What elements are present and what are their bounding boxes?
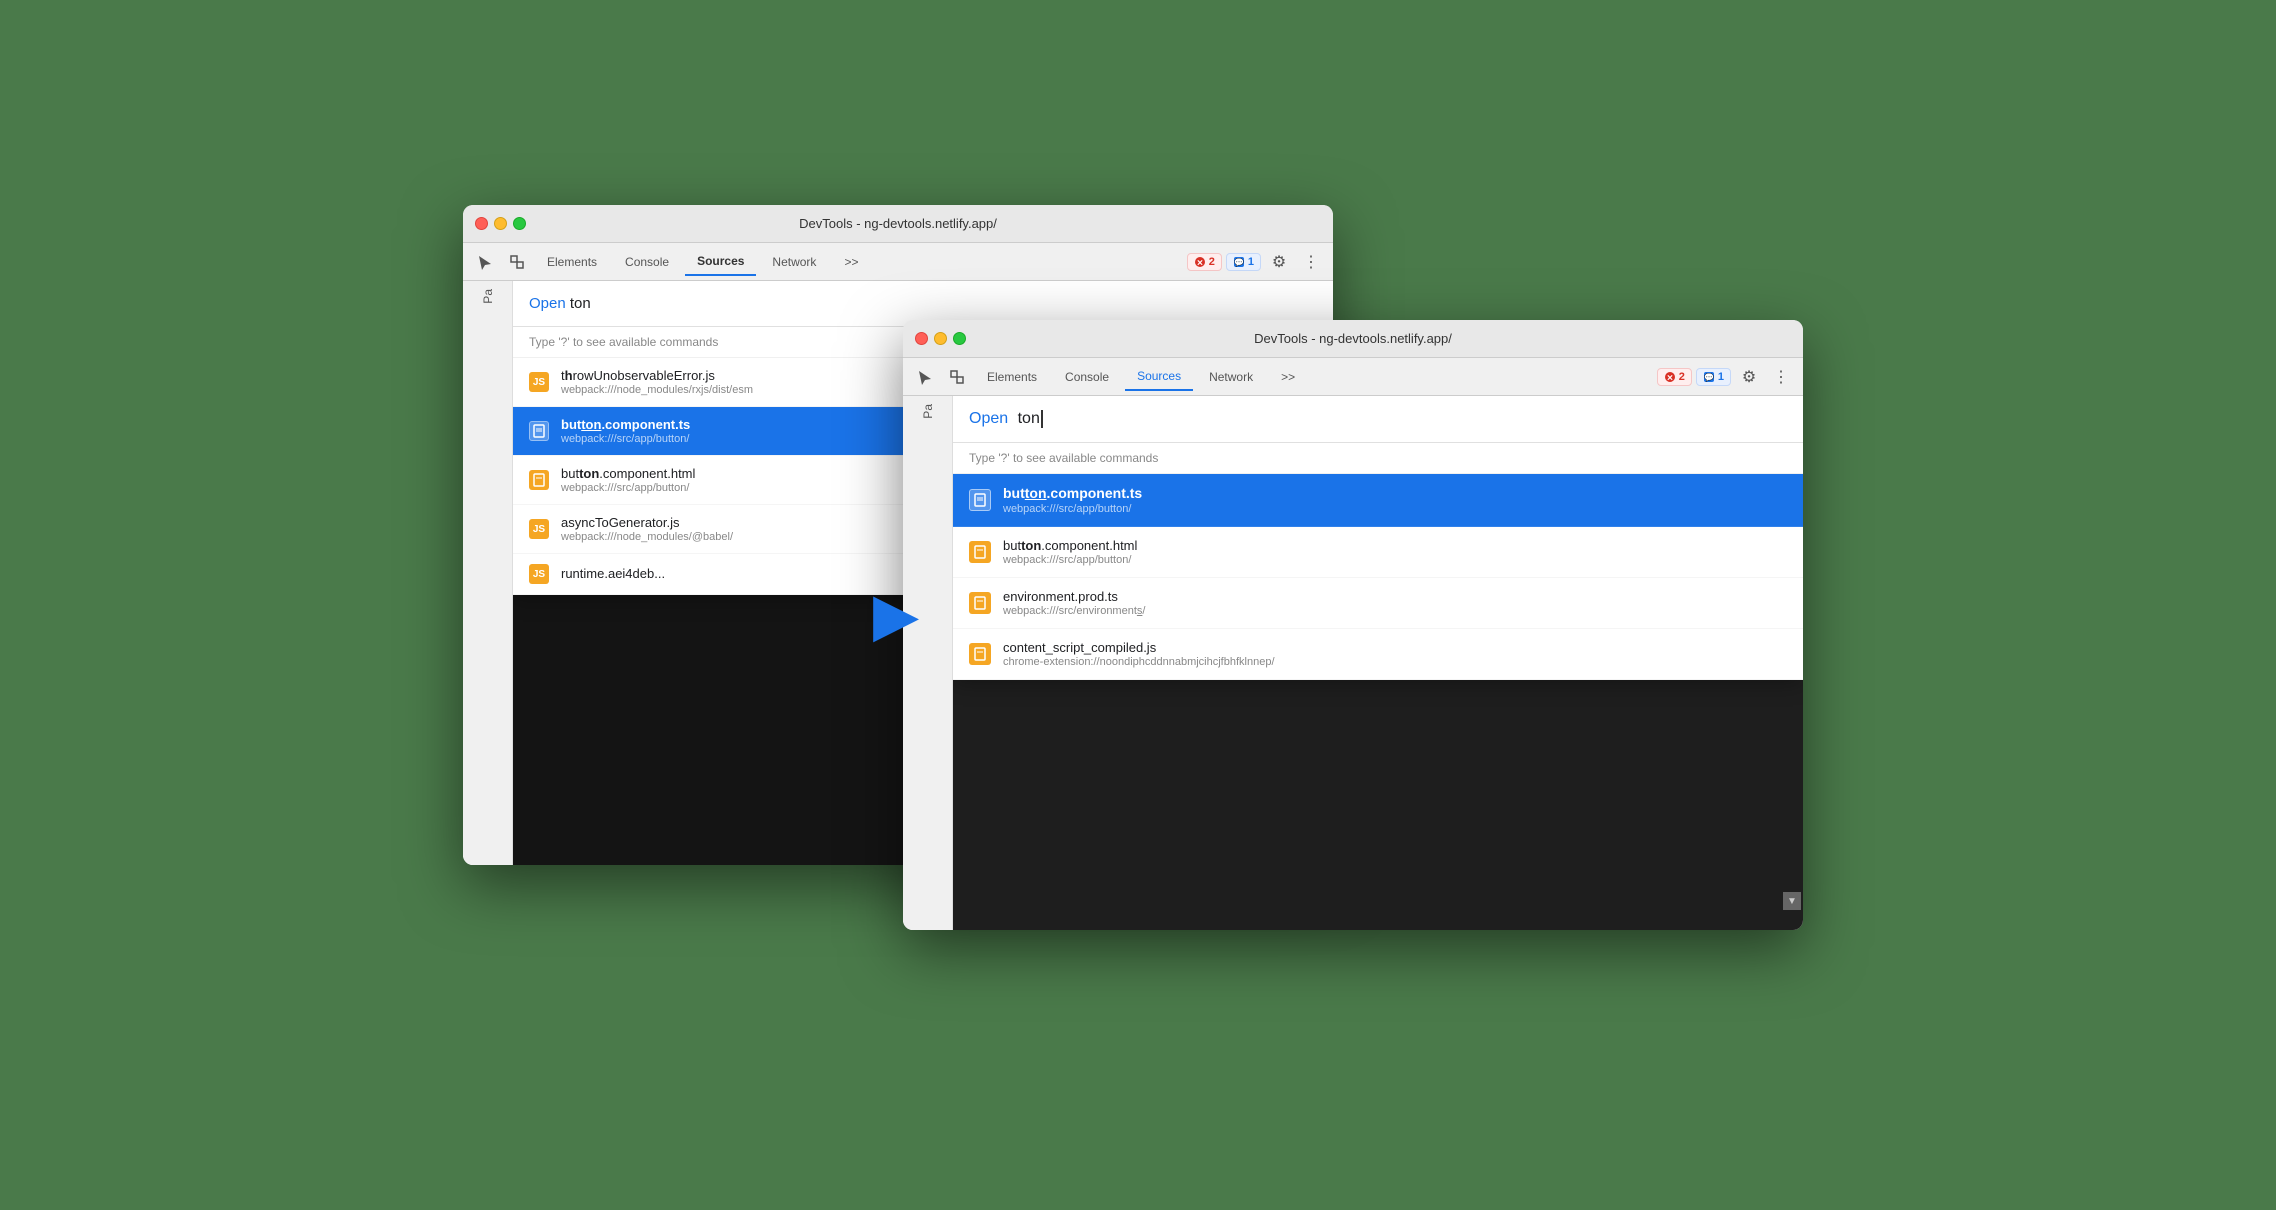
result-filename-3-front: environment.prod.ts (1003, 589, 1145, 604)
panel-area-front: Pa ▼ </ ▼ ick) </ap ick) ], None => (903, 396, 1803, 930)
file-icon-4-back: JS (529, 519, 549, 539)
result-filename-5-back: runtime.aei4deb... (561, 566, 665, 581)
result-path-4-back: webpack:///node_modules/@babel/ (561, 531, 733, 543)
info-badge-back: 💬 1 (1226, 253, 1261, 271)
toolbar-back: Elements Console Sources Network >> ✕ 2 … (463, 243, 1333, 281)
result-path-2-front: webpack:///src/app/button/ (1003, 554, 1137, 566)
more-icon-back[interactable]: ⋮ (1297, 248, 1325, 276)
tab-more-front[interactable]: >> (1269, 364, 1307, 390)
file-icon-1-front (969, 489, 991, 511)
result-item-4-front[interactable]: content_script_compiled.js chrome-extens… (953, 629, 1803, 680)
window-title-front: DevTools - ng-devtools.netlify.app/ (1254, 331, 1452, 346)
tab-sources-front[interactable]: Sources (1125, 363, 1193, 391)
command-palette-front: Open ton Type '?' to see available comma… (953, 396, 1803, 680)
result-filename-4-front: content_script_compiled.js (1003, 640, 1275, 655)
cursor-icon[interactable] (471, 248, 499, 276)
title-bar-front: DevTools - ng-devtools.netlify.app/ (903, 320, 1803, 358)
result-path-3-front: webpack:///src/environments/ (1003, 605, 1145, 617)
query-text-front: ton (1018, 410, 1040, 427)
error-badge-back: ✕ 2 (1187, 253, 1222, 271)
command-palette-overlay-front: Open ton Type '?' to see available comma… (953, 396, 1803, 680)
file-icon-2-front (969, 541, 991, 563)
result-filename-1-back: throwUnobservableError.js (561, 368, 753, 383)
command-input-label-front: Open ton (969, 410, 1043, 428)
cursor-icon-front[interactable] (911, 363, 939, 391)
tab-sources-back[interactable]: Sources (685, 248, 756, 276)
scroll-down-btn[interactable]: ▼ (1783, 892, 1801, 910)
settings-icon-front[interactable]: ⚙ (1735, 363, 1763, 391)
result-item-2-front[interactable]: button.component.html webpack:///src/app… (953, 527, 1803, 578)
inspect-icon-front[interactable] (943, 363, 971, 391)
result-item-3-front[interactable]: environment.prod.ts webpack:///src/envir… (953, 578, 1803, 629)
tab-console-front[interactable]: Console (1053, 364, 1121, 390)
minimize-button-back[interactable] (494, 217, 507, 230)
file-icon-4-front (969, 643, 991, 665)
result-path-4-front: chrome-extension://noondiphcddnnabmjcihc… (1003, 656, 1275, 668)
panel-sidebar-back: Pa (463, 281, 513, 865)
open-text-back: Open (529, 295, 566, 312)
result-path-1-back: webpack:///node_modules/rxjs/dist/esm (561, 384, 753, 396)
svg-text:💬: 💬 (1234, 257, 1244, 267)
arrow-decoration: ▶ (873, 585, 919, 645)
panel-pa-label-front: Pa (921, 404, 935, 419)
query-text-back: ton (570, 295, 591, 312)
toolbar-front: Elements Console Sources Network >> ✕ 2 … (903, 358, 1803, 396)
result-filename-2-back: button.component.ts (561, 417, 690, 432)
tab-console-back[interactable]: Console (613, 249, 681, 275)
tab-elements-back[interactable]: Elements (535, 249, 609, 275)
info-badge-front: 💬 1 (1696, 368, 1731, 386)
traffic-lights-back (475, 217, 526, 230)
maximize-button-front[interactable] (953, 332, 966, 345)
panel-pa-label-back: Pa (481, 289, 495, 304)
tab-network-back[interactable]: Network (760, 249, 828, 275)
tab-network-front[interactable]: Network (1197, 364, 1265, 390)
close-button-front[interactable] (915, 332, 928, 345)
command-input-row-front: Open ton (953, 396, 1803, 443)
devtools-window-front: DevTools - ng-devtools.netlify.app/ Elem… (903, 320, 1803, 930)
file-icon-3-front (969, 592, 991, 614)
command-hint-front: Type '?' to see available commands (953, 443, 1803, 474)
more-icon-front[interactable]: ⋮ (1767, 363, 1795, 391)
command-results-front: button.component.ts webpack:///src/app/b… (953, 474, 1803, 680)
tab-elements-front[interactable]: Elements (975, 364, 1049, 390)
file-icon-1-back: JS (529, 372, 549, 392)
file-icon-5-back: JS (529, 564, 549, 584)
panel-sidebar-front: Pa (903, 396, 953, 930)
file-icon-2-back (529, 421, 549, 441)
open-text-front: Open (969, 410, 1008, 427)
result-filename-3-back: button.component.html (561, 466, 695, 481)
traffic-lights-front (915, 332, 966, 345)
minimize-button-front[interactable] (934, 332, 947, 345)
tab-more-back[interactable]: >> (832, 249, 870, 275)
inspect-icon[interactable] (503, 248, 531, 276)
result-path-1-front: webpack:///src/app/button/ (1003, 503, 1142, 515)
error-badge-front: ✕ 2 (1657, 368, 1692, 386)
svg-text:💬: 💬 (1704, 372, 1714, 382)
title-bar-back: DevTools - ng-devtools.netlify.app/ (463, 205, 1333, 243)
maximize-button-back[interactable] (513, 217, 526, 230)
settings-icon-back[interactable]: ⚙ (1265, 248, 1293, 276)
result-item-1-front[interactable]: button.component.ts webpack:///src/app/b… (953, 474, 1803, 527)
result-filename-2-front: button.component.html (1003, 538, 1137, 553)
result-path-3-back: webpack:///src/app/button/ (561, 482, 695, 494)
svg-text:✕: ✕ (1666, 373, 1673, 382)
result-filename-1-front: button.component.ts (1003, 485, 1142, 501)
window-title-back: DevTools - ng-devtools.netlify.app/ (799, 216, 997, 231)
command-input-label-back: Open ton (529, 295, 591, 312)
cursor (1041, 410, 1043, 428)
close-button-back[interactable] (475, 217, 488, 230)
svg-text:✕: ✕ (1196, 258, 1203, 267)
code-panel-front: ▼ </ ▼ ick) </ap ick) ], None => rand +x… (953, 396, 1803, 930)
result-filename-4-back: asyncToGenerator.js (561, 515, 733, 530)
file-icon-3-back (529, 470, 549, 490)
result-path-2-back: webpack:///src/app/button/ (561, 433, 690, 445)
